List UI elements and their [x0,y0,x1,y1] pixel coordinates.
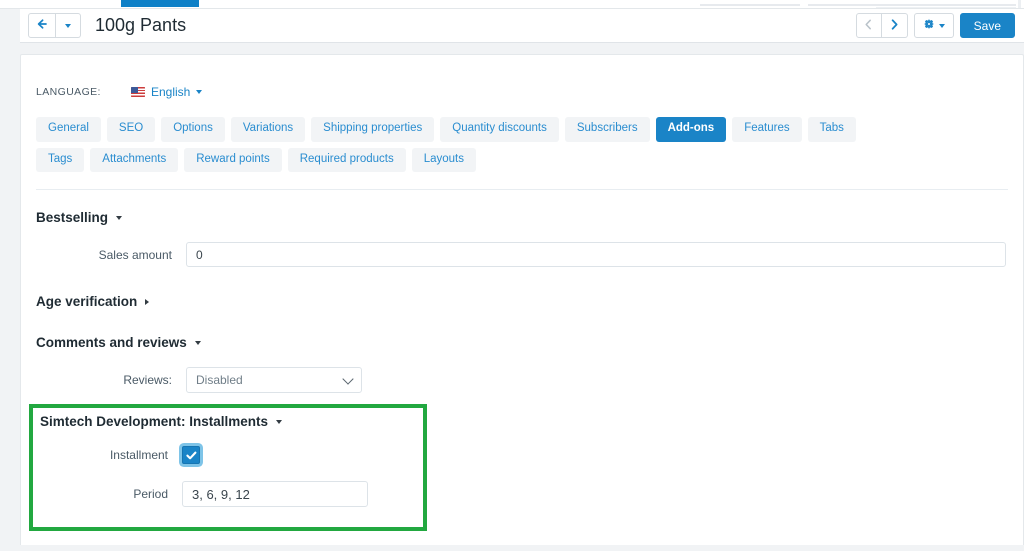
tab-add-ons[interactable]: Add-ons [655,117,727,142]
tab-general[interactable]: General [36,117,101,142]
section-bestselling: Bestselling Sales amount [21,210,1023,267]
sales-amount-label: Sales amount [98,247,172,262]
tabs-divider [36,189,1008,190]
chevron-left-icon [864,18,873,33]
sales-amount-row: Sales amount [36,242,1023,267]
back-button[interactable] [28,13,56,38]
tab-subscribers[interactable]: Subscribers [564,117,650,142]
gear-icon [923,18,935,33]
tab-features[interactable]: Features [732,117,802,142]
period-row: Period [40,481,423,507]
settings-menu-button[interactable] [913,13,954,38]
tab-layouts[interactable]: Layouts [411,147,476,172]
comments-and-reviews-title: Comments and reviews [36,335,187,350]
installment-checkbox[interactable] [182,446,200,464]
age-verification-header[interactable]: Age verification [36,294,1023,309]
caret-down-icon [276,419,283,424]
tab-shipping-properties[interactable]: Shipping properties [311,117,435,142]
header-left-group: 100g Pants [20,13,186,38]
installment-label: Installment [109,448,168,462]
section-comments-and-reviews: Comments and reviews Reviews: DisabledEn… [21,335,1023,393]
record-nav-group [855,13,908,38]
next-record-button[interactable] [881,13,908,38]
toolbar-fragment-middle [808,4,1016,6]
back-dropdown-button[interactable] [56,13,81,38]
reviews-label: Reviews: [123,373,172,387]
caret-right-icon [145,298,150,305]
tab-seo[interactable]: SEO [106,117,156,142]
language-value: English [151,85,191,99]
us-flag-icon [131,87,145,97]
active-browser-tab-fragment[interactable] [121,0,199,7]
save-button[interactable]: Save [959,13,1015,38]
language-selector[interactable]: English [131,85,203,99]
bestselling-title: Bestselling [36,210,109,225]
tab-quantity-discounts[interactable]: Quantity discounts [440,117,559,142]
page-title: 100g Pants [95,15,187,35]
bestselling-header[interactable]: Bestselling [36,210,1023,225]
period-input[interactable] [182,481,368,507]
installment-row: Installment [40,446,423,464]
age-verification-title: Age verification [36,294,138,309]
period-label: Period [133,487,168,501]
caret-down-icon [65,23,71,28]
reviews-select-wrapper: DisabledEnabled [186,367,362,393]
tab-reward-points[interactable]: Reward points [184,147,282,172]
caret-down-icon [196,90,203,94]
header-right-group: Save [855,13,1024,38]
installments-header[interactable]: Simtech Development: Installments [40,414,423,429]
language-label: LANGUAGE: [36,86,101,98]
chevron-right-icon [890,18,899,33]
product-edit-card: LANGUAGE: English General SEO Options Varia… [20,54,1024,551]
page-header: 100g Pants Save [20,9,1024,43]
language-row: LANGUAGE: English [21,55,1023,99]
section-age-verification: Age verification [21,294,1023,309]
toolbar-fragment-left [700,4,800,6]
previous-record-button[interactable] [855,13,882,38]
tab-options[interactable]: Options [161,117,225,142]
page-bottom-gap [0,545,1024,551]
scrollbar-fragment[interactable] [1018,0,1021,8]
tab-tabs[interactable]: Tabs [807,117,856,142]
back-button-group [28,13,81,38]
check-icon [185,449,198,462]
installments-section: Simtech Development: Installments Instal… [33,408,423,507]
installments-highlight-box: Simtech Development: Installments Instal… [29,404,427,531]
installments-title: Simtech Development: Installments [40,414,269,429]
reviews-row: Reviews: DisabledEnabled [36,367,1023,393]
sales-amount-input[interactable] [186,242,1006,267]
comments-and-reviews-header[interactable]: Comments and reviews [36,335,1023,350]
caret-down-icon [116,215,123,220]
tab-variations[interactable]: Variations [230,117,306,142]
product-tabs: General SEO Options Variations Shipping prop… [21,99,911,172]
tab-tags[interactable]: Tags [36,147,85,172]
tab-attachments[interactable]: Attachments [90,147,179,172]
arrow-left-icon [36,18,48,33]
caret-down-icon [194,340,201,345]
top-chrome-strip [0,0,1024,9]
caret-down-icon [938,23,945,28]
tab-required-products[interactable]: Required products [287,147,406,172]
reviews-select[interactable]: DisabledEnabled [186,367,362,393]
